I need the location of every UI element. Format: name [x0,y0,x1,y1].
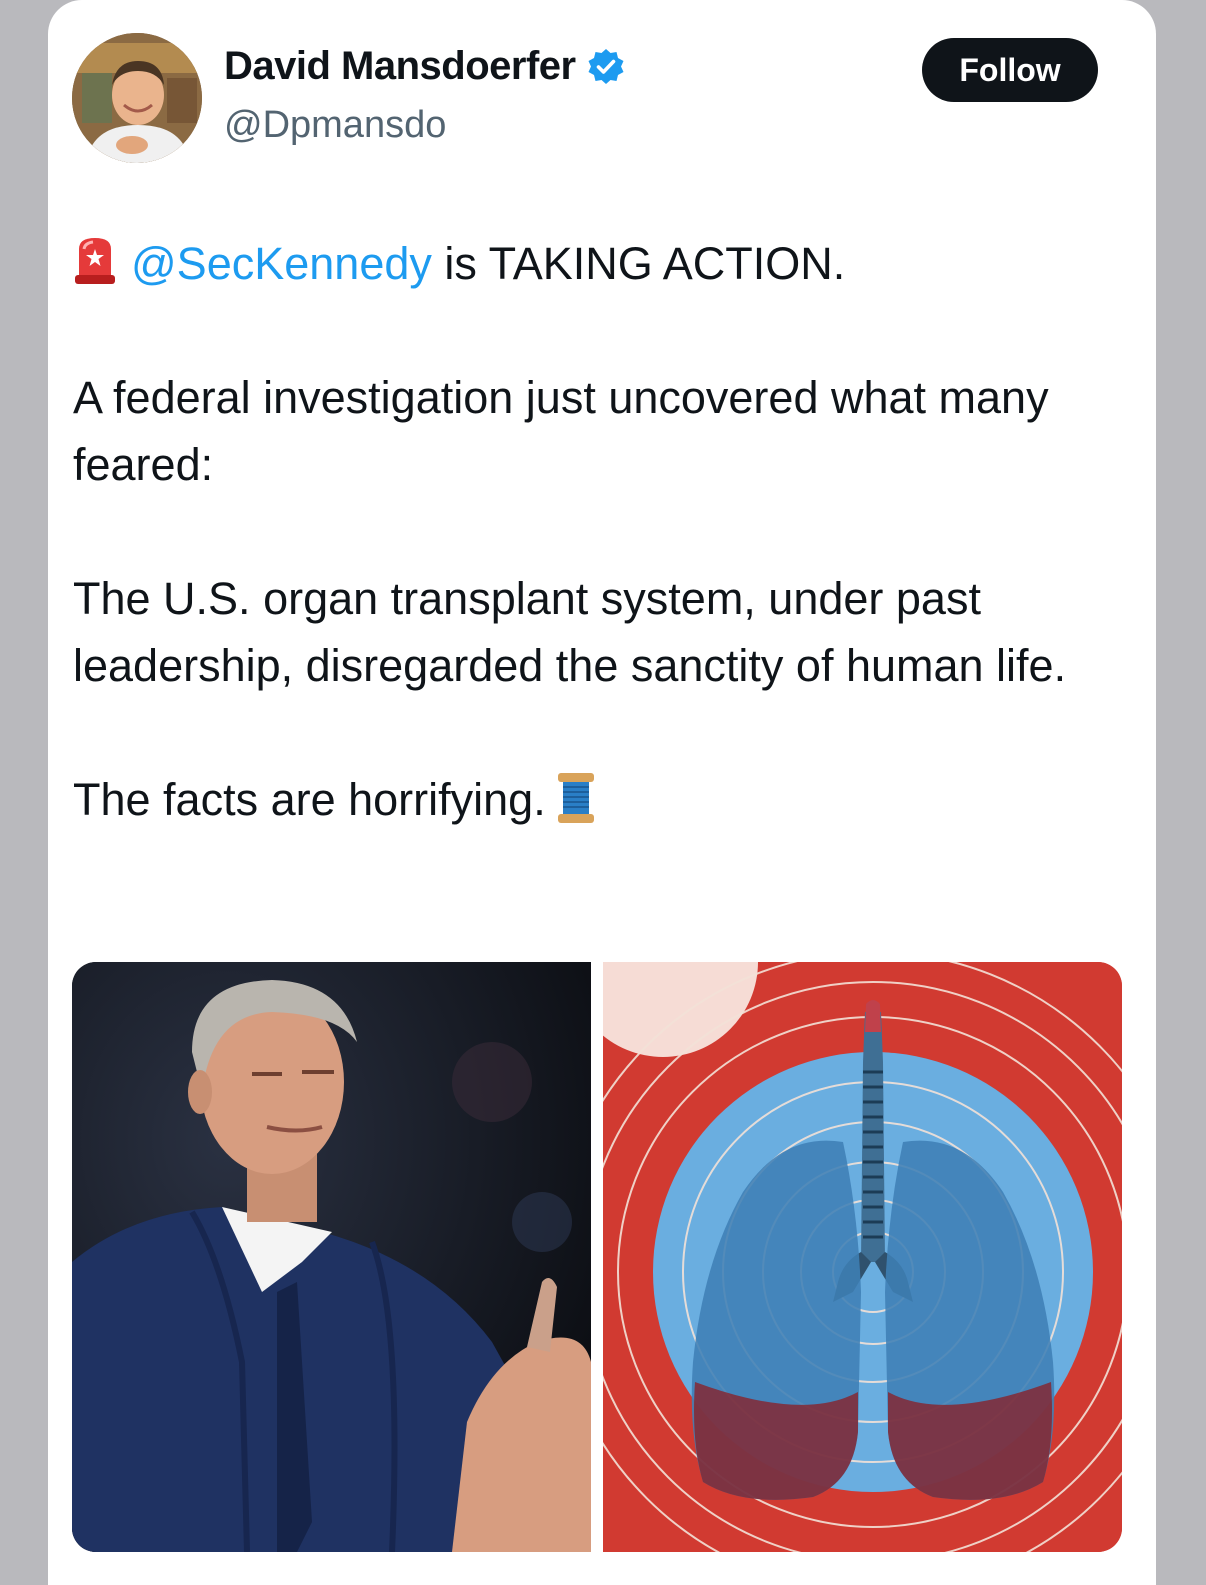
media-photo-2[interactable] [603,962,1122,1552]
tweet-media [72,962,1122,1552]
lungs-illustration-icon [603,962,1122,1552]
tweet-line-1-text: is TAKING ACTION. [431,238,846,289]
tweet-body: @SecKennedy is TAKING ACTION. A federal … [73,230,1133,833]
author-name-row[interactable]: David Mansdoerfer [224,44,626,89]
profile-photo-icon [72,33,202,163]
mention-link[interactable]: @SecKennedy [131,238,432,289]
author-avatar[interactable] [72,33,202,163]
man-in-suit-photo-icon [72,962,591,1552]
siren-emoji-icon [75,238,115,284]
tweet-paragraph-4-text: The facts are horrifying. [73,774,546,825]
follow-button[interactable]: Follow [922,38,1098,102]
verified-badge-icon [588,48,624,84]
author-display-name[interactable]: David Mansdoerfer [224,44,576,89]
tweet-paragraph-4: The facts are horrifying. [73,766,1133,833]
tweet-line-1: @SecKennedy is TAKING ACTION. [73,230,1133,297]
spool-of-thread-emoji-icon [557,773,594,823]
tweet-card: David Mansdoerfer @Dpmansdo Follow @SecK… [48,0,1156,1585]
author-handle[interactable]: @Dpmansdo [224,104,446,147]
tweet-paragraph-3: The U.S. organ transplant system, under … [73,573,1067,691]
media-photo-1[interactable] [72,962,591,1552]
tweet-paragraph-2: A federal investigation just uncovered w… [73,372,1049,490]
